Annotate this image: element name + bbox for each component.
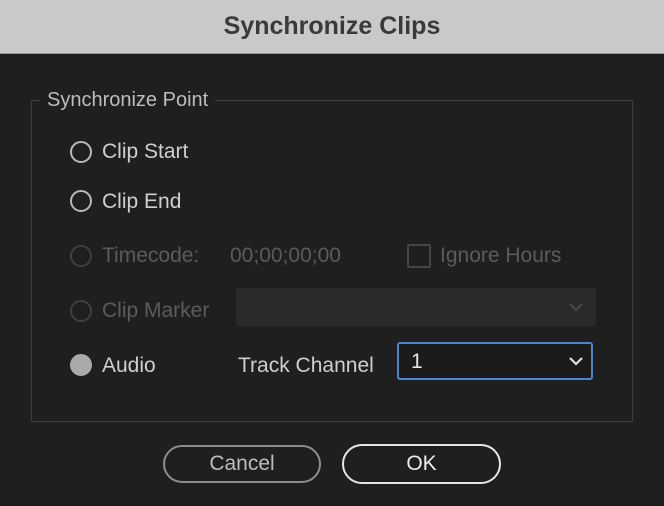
track-channel-label: Track Channel — [238, 354, 374, 377]
chevron-down-icon — [569, 357, 583, 366]
clip-marker-select — [236, 288, 596, 326]
track-channel-select[interactable]: 1 — [397, 342, 593, 380]
timecode-radio — [70, 245, 92, 267]
title-bar[interactable]: Synchronize Clips — [0, 0, 664, 54]
chevron-down-icon — [569, 303, 583, 312]
clip-end-label[interactable]: Clip End — [102, 189, 181, 215]
clip-start-label[interactable]: Clip Start — [102, 139, 188, 165]
timecode-label: Timecode: — [102, 244, 200, 267]
ignore-hours-label: Ignore Hours — [440, 244, 562, 267]
cancel-button[interactable]: Cancel — [163, 445, 321, 483]
group-legend: Synchronize Point — [40, 88, 216, 112]
clip-marker-label: Clip Marker — [102, 299, 210, 322]
clip-end-radio[interactable] — [70, 190, 92, 212]
track-channel-select-value: 1 — [411, 350, 423, 373]
audio-label[interactable]: Audio — [102, 353, 156, 379]
ignore-hours-checkbox — [407, 244, 431, 268]
clip-start-radio[interactable] — [70, 141, 92, 163]
ok-button[interactable]: OK — [342, 444, 501, 484]
synchronize-clips-dialog: Synchronize Clips Synchronize Point Clip… — [0, 0, 664, 506]
audio-radio[interactable] — [70, 354, 92, 376]
window-title: Synchronize Clips — [223, 12, 441, 40]
timecode-value: 00;00;00;00 — [230, 244, 341, 267]
clip-marker-radio — [70, 300, 92, 322]
